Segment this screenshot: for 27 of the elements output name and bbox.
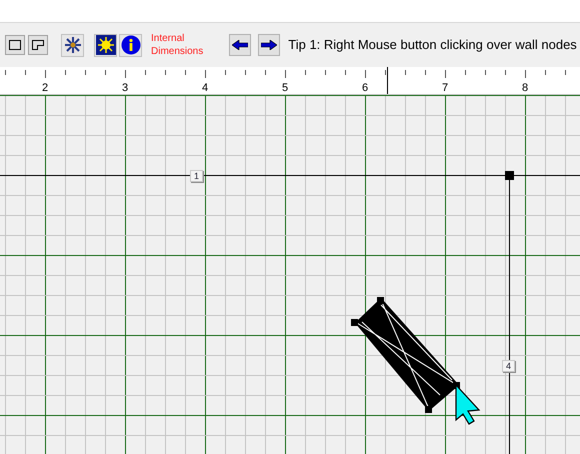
snowflake-icon [64, 36, 82, 54]
ruler-label: 5 [282, 82, 288, 94]
rotated-rectangle-drawing[interactable] [351, 297, 460, 413]
rectangle-button[interactable] [5, 35, 25, 55]
ruler-label: 4 [202, 82, 208, 94]
right-arrow-icon [261, 40, 278, 50]
ruler-label: 8 [522, 82, 528, 94]
forward-button[interactable] [258, 34, 280, 56]
back-button[interactable] [229, 34, 252, 56]
ruler-label: 7 [442, 82, 448, 94]
info-icon [120, 35, 140, 55]
sun-icon [96, 35, 116, 55]
ruler-label: 3 [122, 82, 128, 94]
info-button[interactable] [119, 34, 142, 56]
l-shape-button[interactable] [28, 35, 48, 55]
rectangle-icon [9, 40, 21, 50]
node-number-label: 4 [502, 360, 515, 372]
tip-text: Tip 1: Right Mouse button clicking over wall nodes [288, 36, 577, 54]
ruler-label: 6 [362, 82, 368, 94]
ruler-label: 2 [42, 82, 48, 94]
left-arrow-icon [232, 40, 248, 50]
internal-dimensions-label[interactable]: Internal Dimensions [151, 32, 204, 58]
node-number-label: 1 [190, 170, 203, 182]
snowflake-button[interactable] [61, 34, 84, 56]
wall-node[interactable] [505, 171, 514, 180]
l-shape-icon [32, 40, 44, 50]
sun-button[interactable] [94, 34, 117, 56]
